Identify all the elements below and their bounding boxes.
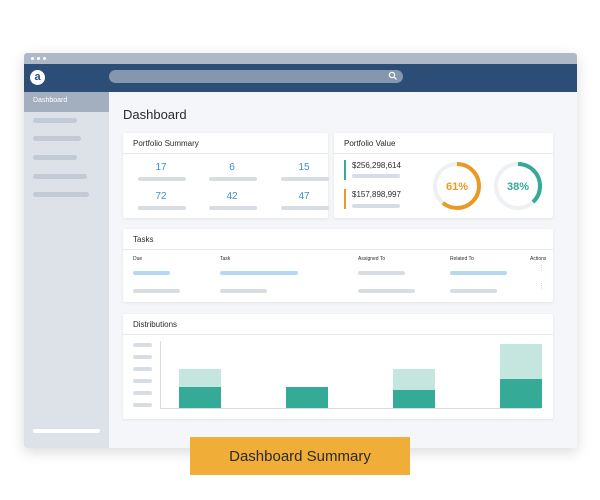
- task-cell-placeholder: [358, 271, 405, 275]
- tasks-card: Tasks Due Task Assigned To Related To Ac…: [123, 229, 553, 302]
- distribution-bar-total: [500, 344, 542, 379]
- y-tick-placeholder: [133, 343, 152, 347]
- distribution-bar-portion: [393, 390, 435, 408]
- divider: [123, 249, 553, 250]
- y-tick-placeholder: [133, 379, 152, 383]
- distribution-bar-total: [393, 369, 435, 390]
- summary-value: 15: [298, 162, 310, 173]
- task-cell-placeholder[interactable]: [450, 271, 507, 275]
- distributions-card: Distributions: [123, 314, 553, 419]
- dashboard-summary-button[interactable]: Dashboard Summary: [190, 437, 410, 475]
- task-cell-placeholder[interactable]: [220, 271, 298, 275]
- top-bar: [109, 64, 577, 92]
- summary-label-placeholder: [138, 177, 186, 181]
- summary-value: 47: [298, 191, 310, 202]
- card-title: Distributions: [133, 320, 178, 329]
- task-cell-placeholder: [133, 271, 170, 275]
- sidebar: a Dashboard: [24, 64, 109, 448]
- sidebar-item-placeholder[interactable]: [33, 192, 89, 197]
- portfolio-summary-card: Portfolio Summary 17 6 15 72 42 47: [123, 133, 329, 218]
- summary-value: 17: [155, 162, 167, 173]
- column-header-related-to[interactable]: Related To: [450, 256, 474, 262]
- portfolio-amount: $256,298,614: [352, 161, 401, 170]
- chart-x-axis: [160, 408, 541, 409]
- summary-label-placeholder: [281, 177, 329, 181]
- summary-value: 72: [155, 191, 167, 202]
- kebab-menu-icon[interactable]: ⋮: [538, 265, 545, 272]
- summary-label-placeholder: [209, 206, 257, 210]
- distribution-bar-portion: [179, 387, 221, 408]
- summary-label-placeholder: [138, 206, 186, 210]
- amount-label-placeholder: [352, 204, 400, 208]
- window-titlebar: [24, 53, 577, 64]
- amount-label-placeholder: [352, 174, 400, 178]
- divider: [123, 334, 553, 335]
- column-header-actions[interactable]: Actions: [530, 256, 546, 262]
- task-cell-placeholder: [133, 289, 180, 293]
- portfolio-amount: $157,898,997: [352, 190, 401, 199]
- gauge-61: 61%: [433, 162, 481, 210]
- window-dot-icon[interactable]: [37, 57, 40, 60]
- divider: [123, 153, 328, 154]
- kebab-menu-icon[interactable]: ⋮: [538, 283, 545, 290]
- app-logo-icon[interactable]: a: [30, 70, 45, 85]
- task-cell-placeholder[interactable]: [450, 289, 497, 293]
- card-title: Portfolio Value: [344, 139, 396, 148]
- sidebar-item-placeholder[interactable]: [33, 155, 77, 160]
- value-indicator-bar: [344, 189, 346, 209]
- y-tick-placeholder: [133, 403, 152, 407]
- sidebar-item-placeholder[interactable]: [33, 118, 77, 123]
- y-tick-placeholder: [133, 355, 152, 359]
- summary-label-placeholder: [209, 177, 257, 181]
- window-dot-icon[interactable]: [43, 57, 46, 60]
- sidebar-footer-placeholder[interactable]: [33, 429, 100, 433]
- distribution-bar-total: [179, 369, 221, 387]
- sidebar-item-placeholder[interactable]: [33, 174, 87, 179]
- sidebar-item-label: Dashboard: [33, 97, 68, 104]
- main-content: Dashboard Portfolio Summary 17 6 15 72 4…: [109, 92, 577, 448]
- gauge-38: 38%: [494, 162, 542, 210]
- distribution-bar-portion: [286, 387, 328, 408]
- sidebar-item-dashboard[interactable]: Dashboard: [24, 92, 109, 112]
- gauge-label: 38%: [507, 181, 529, 193]
- divider: [334, 153, 553, 154]
- logo-area: a: [24, 64, 109, 92]
- y-tick-placeholder: [133, 367, 152, 371]
- search-icon[interactable]: [388, 71, 398, 81]
- summary-label-placeholder: [281, 206, 329, 210]
- card-title: Portfolio Summary: [133, 139, 199, 148]
- summary-value: 6: [229, 162, 235, 173]
- task-cell-placeholder[interactable]: [220, 289, 267, 293]
- app-window: a Dashboard Dashboard Portfolio Summary …: [24, 53, 577, 448]
- search-input[interactable]: [109, 70, 403, 83]
- y-tick-placeholder: [133, 391, 152, 395]
- stage: a Dashboard Dashboard Portfolio Summary …: [0, 0, 600, 500]
- column-header-assigned-to[interactable]: Assigned To: [358, 256, 385, 262]
- gauge-label: 61%: [446, 181, 468, 193]
- task-cell-placeholder: [358, 289, 415, 293]
- summary-value: 42: [226, 191, 238, 202]
- card-title: Tasks: [133, 235, 154, 244]
- sidebar-item-placeholder[interactable]: [33, 136, 81, 141]
- column-header-task[interactable]: Task: [220, 256, 230, 262]
- page-title: Dashboard: [123, 107, 187, 122]
- portfolio-value-card: Portfolio Value $256,298,614 $157,898,99…: [334, 133, 553, 218]
- column-header-due[interactable]: Due: [133, 256, 142, 262]
- chart-y-axis: [160, 341, 161, 408]
- value-indicator-bar: [344, 160, 346, 180]
- window-dot-icon[interactable]: [31, 57, 34, 60]
- distribution-bar-portion: [500, 379, 542, 408]
